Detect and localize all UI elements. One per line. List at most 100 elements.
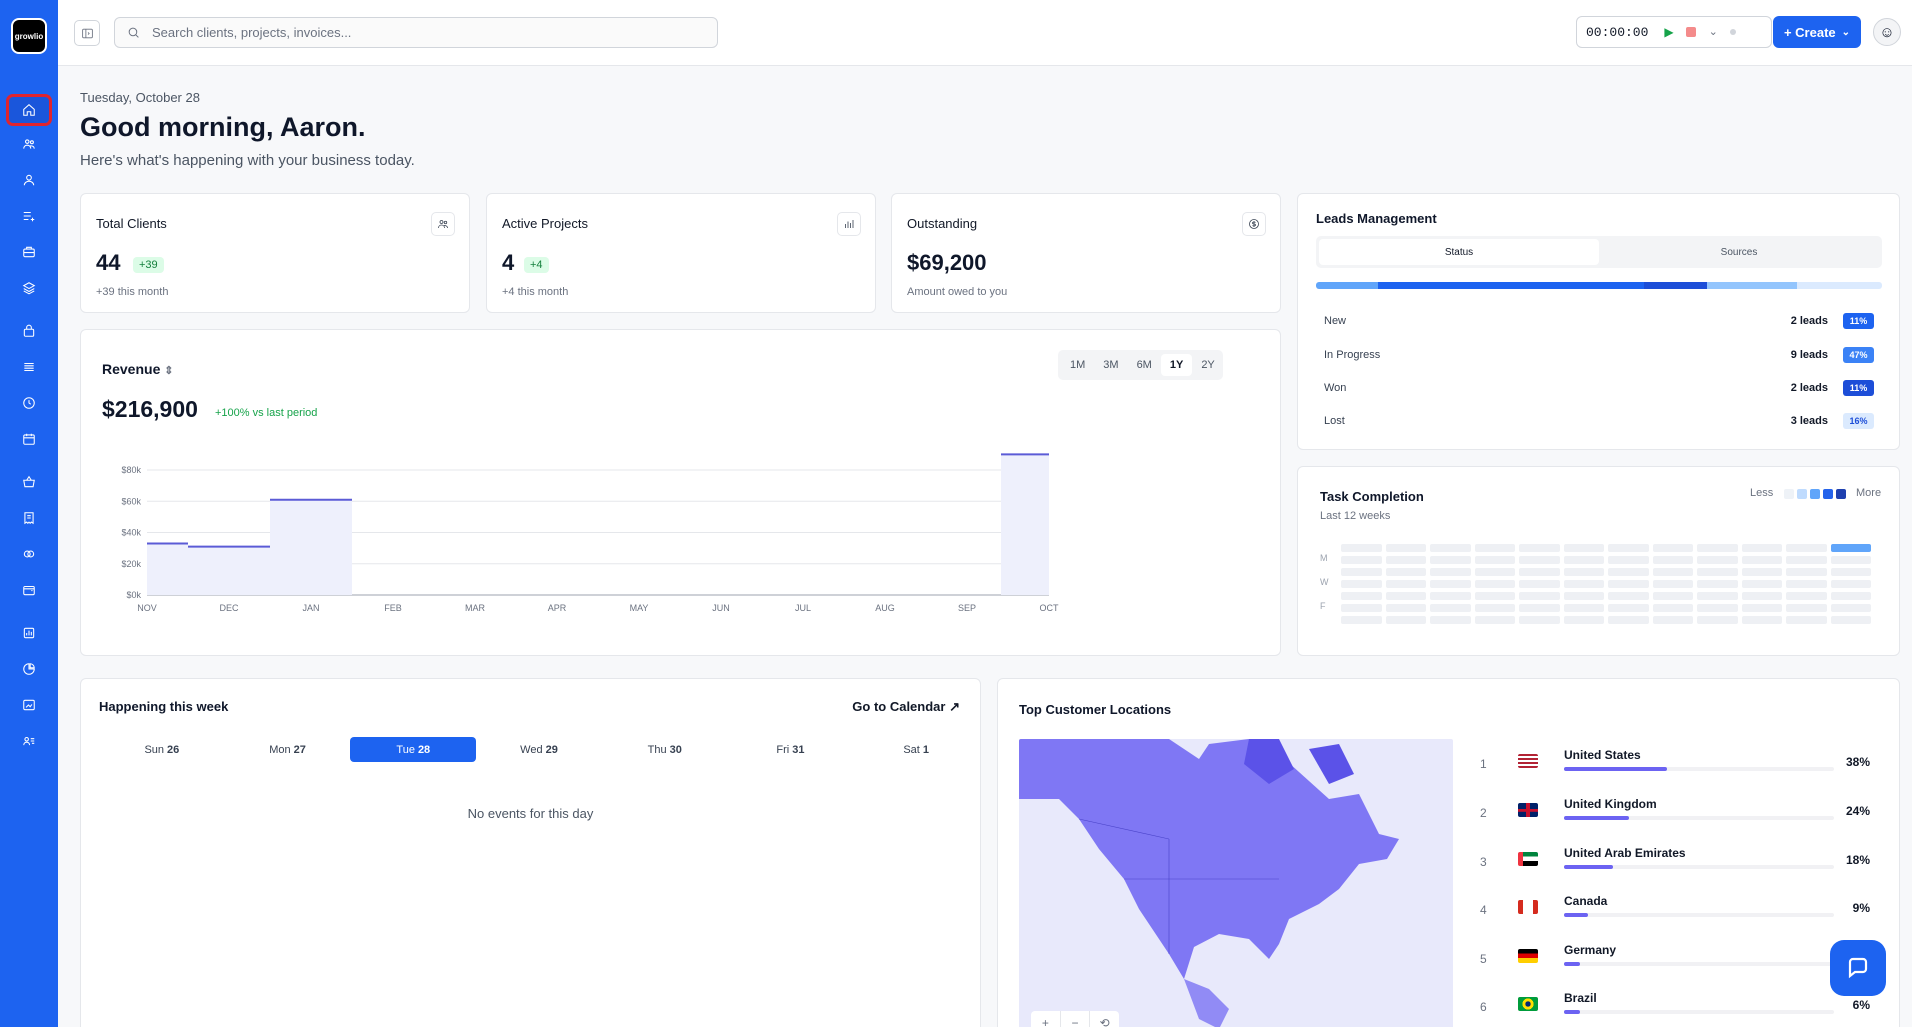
revenue-area[interactable] xyxy=(147,543,188,595)
heatmap-cell[interactable] xyxy=(1519,556,1560,564)
heatmap-cell[interactable] xyxy=(1385,580,1426,588)
search-input[interactable] xyxy=(152,25,672,40)
day-tab[interactable]: Sun 26 xyxy=(99,737,225,762)
heatmap-cell[interactable] xyxy=(1519,580,1560,588)
heatmap-cell[interactable] xyxy=(1652,616,1693,624)
heatmap-cell[interactable] xyxy=(1608,568,1649,576)
heatmap-cell[interactable] xyxy=(1741,556,1782,564)
heatmap-cell[interactable] xyxy=(1341,544,1382,552)
heatmap-cell[interactable] xyxy=(1786,580,1827,588)
heatmap-cell[interactable] xyxy=(1608,592,1649,600)
sidebar-item-time[interactable] xyxy=(9,390,49,416)
heatmap-cell[interactable] xyxy=(1430,580,1471,588)
heatmap-cell[interactable] xyxy=(1830,568,1871,576)
heatmap-cell[interactable] xyxy=(1786,568,1827,576)
heatmap-cell[interactable] xyxy=(1697,556,1738,564)
heatmap-cell[interactable] xyxy=(1697,592,1738,600)
user-avatar[interactable]: ☺ xyxy=(1873,18,1901,46)
heatmap-cell[interactable] xyxy=(1830,544,1871,552)
sidebar-item-layers[interactable] xyxy=(9,275,49,301)
brand-logo[interactable]: growlio xyxy=(11,18,47,54)
sidebar-item-payments[interactable] xyxy=(9,541,49,567)
heatmap-cell[interactable] xyxy=(1385,556,1426,564)
location-row[interactable]: 3 United Arab Emirates 18% xyxy=(1480,843,1880,883)
zoom-out-button[interactable]: − xyxy=(1061,1011,1091,1027)
lead-status-row[interactable]: In Progress 9 leads 47% xyxy=(1324,346,1874,366)
heatmap-cell[interactable] xyxy=(1385,616,1426,624)
create-button[interactable]: + Create ⌄ xyxy=(1773,16,1861,48)
heatmap-cell[interactable] xyxy=(1430,616,1471,624)
revenue-area[interactable] xyxy=(270,499,352,595)
sidebar-item-products[interactable] xyxy=(9,318,49,344)
lead-status-row[interactable]: Lost 3 leads 16% xyxy=(1324,412,1874,432)
sidebar-item-home[interactable] xyxy=(6,94,52,126)
day-tab[interactable]: Sat 1 xyxy=(853,737,979,762)
heatmap-cell[interactable] xyxy=(1608,580,1649,588)
stat-card-clients[interactable]: Total Clients 44 +39 +39 this month xyxy=(80,193,470,313)
heatmap-cell[interactable] xyxy=(1563,604,1604,612)
heatmap-cell[interactable] xyxy=(1563,580,1604,588)
heatmap-cell[interactable] xyxy=(1341,604,1382,612)
heatmap-cell[interactable] xyxy=(1786,592,1827,600)
heatmap-cell[interactable] xyxy=(1385,592,1426,600)
heatmap-cell[interactable] xyxy=(1430,568,1471,576)
heatmap-cell[interactable] xyxy=(1563,556,1604,564)
heatmap-cell[interactable] xyxy=(1830,604,1871,612)
heatmap-cell[interactable] xyxy=(1474,592,1515,600)
sidebar-item-analytics[interactable] xyxy=(9,656,49,682)
heatmap-cell[interactable] xyxy=(1697,580,1738,588)
heatmap-cell[interactable] xyxy=(1430,556,1471,564)
location-row[interactable]: 2 United Kingdom 24% xyxy=(1480,794,1880,834)
heatmap-cell[interactable] xyxy=(1652,580,1693,588)
sidebar-item-invoices[interactable] xyxy=(9,505,49,531)
play-icon[interactable]: ▶ xyxy=(1664,25,1673,40)
sidebar-toggle-button[interactable] xyxy=(74,20,100,46)
chevron-down-icon[interactable]: ⌄ xyxy=(1709,25,1718,39)
heatmap-cell[interactable] xyxy=(1474,604,1515,612)
sidebar-item-clients[interactable] xyxy=(9,131,49,157)
day-tab[interactable]: Tue 28 xyxy=(350,737,477,762)
day-tab[interactable]: Fri 31 xyxy=(728,737,854,762)
heatmap-cell[interactable] xyxy=(1563,544,1604,552)
revenue-area[interactable] xyxy=(188,546,270,595)
heatmap-cell[interactable] xyxy=(1474,556,1515,564)
heatmap-cell[interactable] xyxy=(1830,592,1871,600)
heatmap-cell[interactable] xyxy=(1474,568,1515,576)
search-box[interactable] xyxy=(114,17,718,48)
location-row[interactable]: 1 United States 38% xyxy=(1480,745,1880,785)
heatmap-cell[interactable] xyxy=(1608,556,1649,564)
heatmap-cell[interactable] xyxy=(1563,568,1604,576)
heatmap-cell[interactable] xyxy=(1474,580,1515,588)
heatmap-cell[interactable] xyxy=(1519,592,1560,600)
heatmap-cell[interactable] xyxy=(1697,568,1738,576)
heatmap-cell[interactable] xyxy=(1385,568,1426,576)
heatmap-cell[interactable] xyxy=(1341,616,1382,624)
sidebar-item-projects[interactable] xyxy=(9,239,49,265)
sidebar-item-contacts[interactable] xyxy=(9,167,49,193)
lead-status-row[interactable]: Won 2 leads 11% xyxy=(1324,379,1874,399)
heatmap-cell[interactable] xyxy=(1652,556,1693,564)
heatmap-cell[interactable] xyxy=(1741,544,1782,552)
heatmap-cell[interactable] xyxy=(1608,604,1649,612)
heatmap-cell[interactable] xyxy=(1341,580,1382,588)
sidebar-item-store[interactable] xyxy=(9,469,49,495)
heatmap-cell[interactable] xyxy=(1786,556,1827,564)
stat-card-outstanding[interactable]: Outstanding $69,200 Amount owed to you xyxy=(891,193,1281,313)
location-row[interactable]: 4 Canada 9% xyxy=(1480,891,1880,931)
heatmap-cell[interactable] xyxy=(1430,592,1471,600)
tab-status[interactable]: Status xyxy=(1319,239,1599,265)
heatmap-cell[interactable] xyxy=(1519,604,1560,612)
heatmap-cell[interactable] xyxy=(1652,568,1693,576)
go-to-calendar-link[interactable]: Go to Calendar ↗ xyxy=(852,699,960,715)
heatmap-cell[interactable] xyxy=(1741,568,1782,576)
day-tab[interactable]: Thu 30 xyxy=(602,737,728,762)
sidebar-item-dashboard[interactable] xyxy=(9,692,49,718)
revenue-area[interactable] xyxy=(1001,454,1049,595)
heatmap-cell[interactable] xyxy=(1786,544,1827,552)
heatmap-cell[interactable] xyxy=(1741,580,1782,588)
heatmap-cell[interactable] xyxy=(1430,604,1471,612)
heatmap-cell[interactable] xyxy=(1741,592,1782,600)
sidebar-item-leads[interactable] xyxy=(9,203,49,229)
heatmap-cell[interactable] xyxy=(1519,616,1560,624)
heatmap-cell[interactable] xyxy=(1474,544,1515,552)
